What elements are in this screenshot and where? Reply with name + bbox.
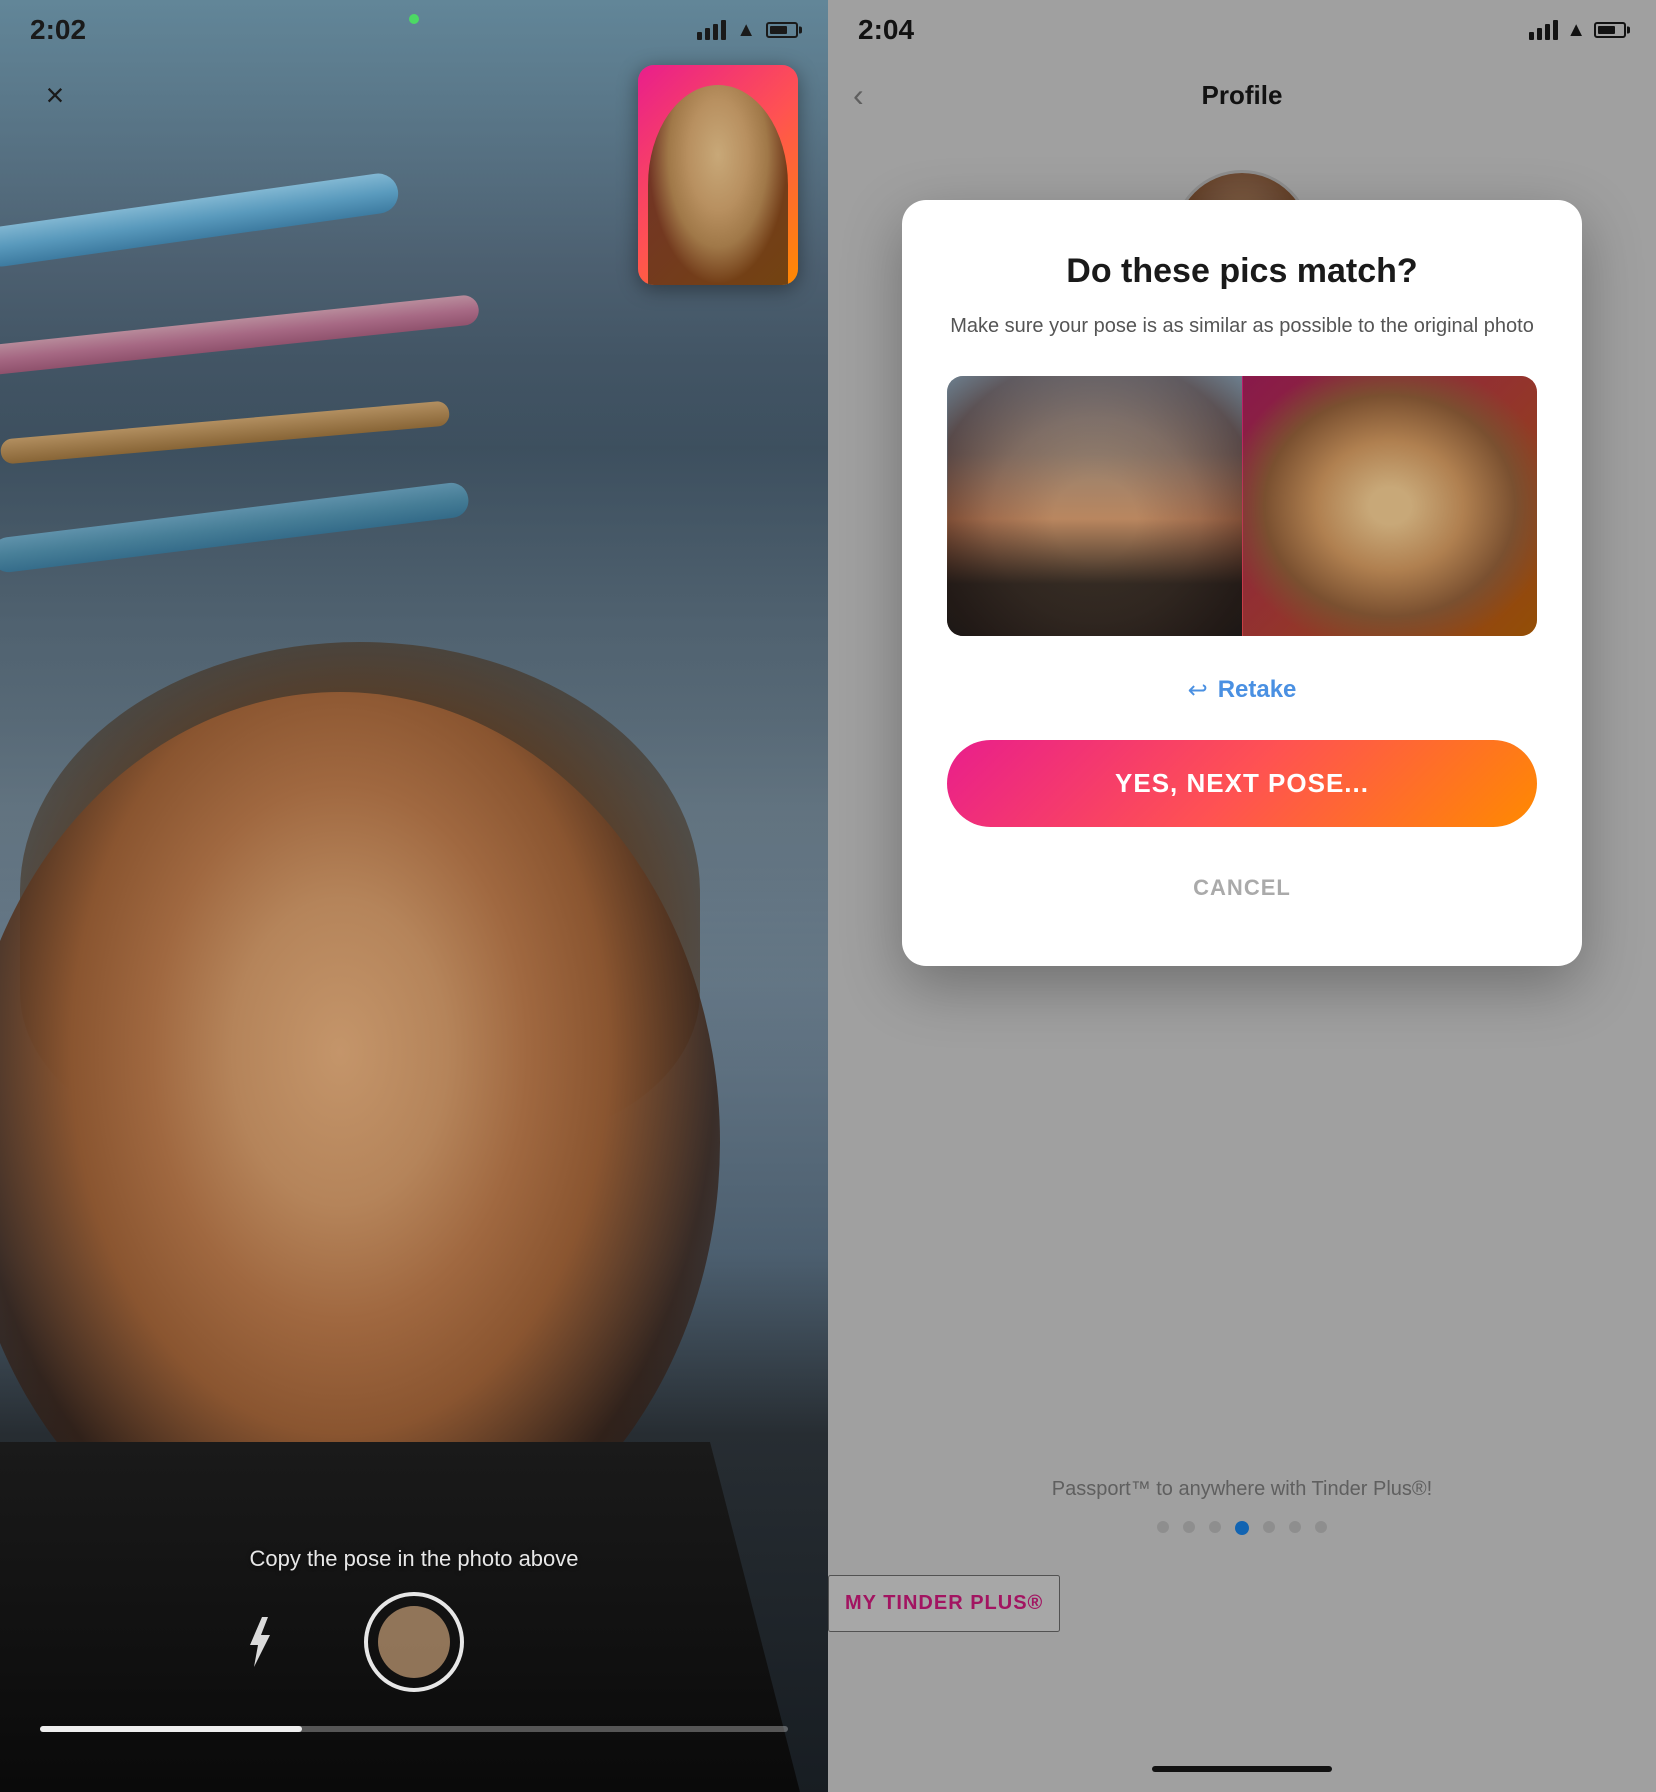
flash-button[interactable] <box>234 1612 284 1672</box>
modal-subtitle: Make sure your pose is as similar as pos… <box>947 311 1537 341</box>
retake-icon: ↩ <box>1188 676 1208 705</box>
signal-icon <box>697 20 726 40</box>
close-button[interactable]: × <box>30 70 80 120</box>
copy-pose-text: Copy the pose in the photo above <box>0 1546 828 1572</box>
target-person-image <box>648 85 788 285</box>
comparison-images <box>947 376 1537 636</box>
retake-label: Retake <box>1218 676 1297 704</box>
left-status-icons: ▲ <box>697 19 798 42</box>
placeholder-control <box>544 1612 594 1672</box>
left-time-display: 2:02 <box>30 14 86 46</box>
target-photo-background <box>638 65 798 285</box>
target-photo-comparison <box>1242 376 1537 636</box>
battery-icon <box>766 22 798 38</box>
camera-panel: 2:02 ▲ × Copy the pose in the photo ab <box>0 0 828 1792</box>
shutter-inner-circle <box>378 1606 450 1678</box>
signal-bar-4 <box>721 20 726 40</box>
modal-title: Do these pics match? <box>947 250 1537 293</box>
yes-next-pose-button[interactable]: YES, NEXT POSE... <box>947 740 1537 827</box>
left-status-bar: 2:02 ▲ <box>0 0 828 60</box>
match-modal: Do these pics match? Make sure your pose… <box>902 200 1582 966</box>
profile-panel: 2:04 ▲ ‹ Profile Do these pics match? <box>828 0 1656 1792</box>
user-face-comparison <box>947 376 1242 636</box>
target-photo-card <box>638 65 798 285</box>
signal-bar-1 <box>697 32 702 40</box>
signal-bar-2 <box>705 28 710 40</box>
progress-bar-container <box>40 1726 788 1732</box>
close-icon: × <box>46 79 65 111</box>
modal-overlay: Do these pics match? Make sure your pose… <box>828 0 1656 1792</box>
target-person-body <box>648 85 788 285</box>
battery-fill <box>770 26 787 34</box>
shutter-button[interactable] <box>364 1592 464 1692</box>
user-photo-comparison <box>947 376 1242 636</box>
progress-bar-fill <box>40 1726 302 1732</box>
cancel-button[interactable]: CANCEL <box>947 855 1537 921</box>
user-hair-comparison <box>967 386 1222 516</box>
retake-button[interactable]: ↩ Retake <box>947 666 1537 715</box>
camera-controls <box>0 1592 828 1692</box>
signal-bar-3 <box>713 24 718 40</box>
green-dot-indicator <box>409 14 419 24</box>
wifi-icon: ▲ <box>736 19 756 42</box>
target-person-comparison <box>1242 376 1537 636</box>
flash-bolt-icon <box>244 1617 274 1667</box>
